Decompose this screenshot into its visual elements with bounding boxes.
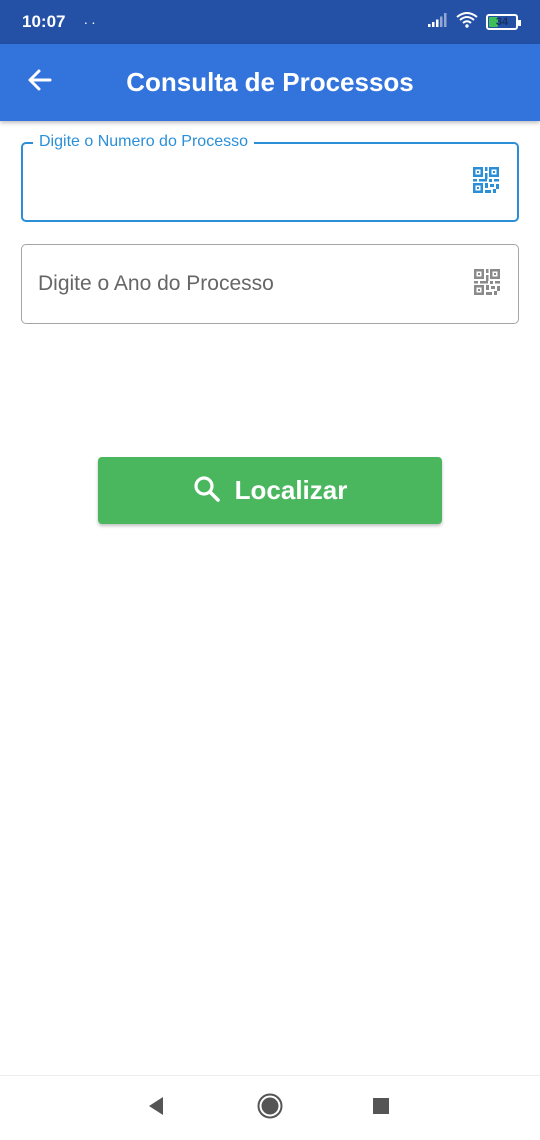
nav-recents-button[interactable] (351, 1078, 411, 1138)
triangle-back-icon (147, 1096, 165, 1121)
app-bar: Consulta de Processos (0, 44, 540, 121)
cellular-signal-icon (428, 12, 448, 32)
qr-code-icon (474, 268, 500, 300)
process-year-input[interactable] (38, 272, 472, 296)
localizar-label: Localizar (234, 475, 348, 505)
square-recents-icon (372, 1097, 390, 1120)
battery-indicator: 34 (486, 14, 521, 30)
nav-back-button[interactable] (126, 1078, 186, 1138)
notification-dots: ·· (83, 14, 99, 30)
process-number-input[interactable] (39, 170, 471, 194)
arrow-left-icon (27, 67, 53, 98)
status-icons: 34 (428, 11, 521, 33)
nav-home-button[interactable] (240, 1078, 300, 1138)
qr-code-icon (473, 166, 499, 198)
localizar-button[interactable]: Localizar (98, 457, 442, 524)
qr-scan-button-number[interactable] (471, 166, 501, 198)
system-nav-bar (0, 1075, 540, 1140)
wifi-icon (456, 11, 478, 33)
page-title: Consulta de Processos (126, 67, 414, 97)
process-number-label: Digite o Numero do Processo (33, 133, 254, 151)
status-time: 10:07 (22, 12, 66, 31)
process-number-field[interactable]: Digite o Numero do Processo (21, 133, 519, 222)
process-year-field[interactable] (21, 244, 519, 324)
battery-percentage: 34 (495, 16, 509, 28)
qr-scan-button-year[interactable] (472, 268, 502, 300)
status-bar: 10:07 ·· 34 (0, 0, 540, 44)
search-icon (193, 475, 221, 506)
back-button[interactable] (0, 44, 80, 121)
battery-cap (518, 20, 521, 26)
circle-home-icon (257, 1093, 283, 1124)
